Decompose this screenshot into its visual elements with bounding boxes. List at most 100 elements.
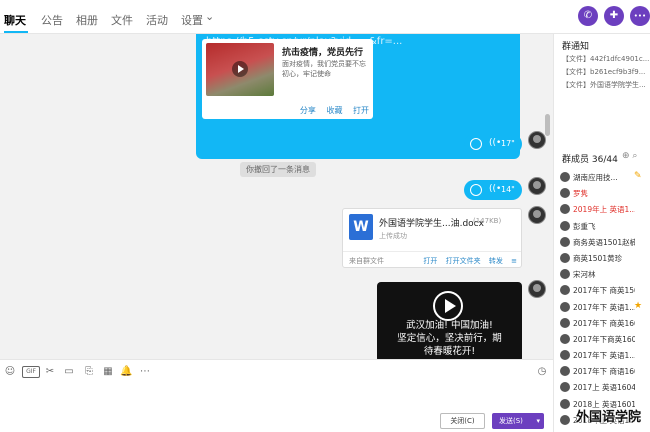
article-actions: 分享 收藏 打开 bbox=[202, 105, 369, 116]
tab-announcement[interactable]: 公告 bbox=[41, 12, 63, 28]
share-link[interactable]: 分享 bbox=[300, 106, 316, 115]
file-message[interactable]: W 外国语学院学生...油.docx (147KB) 上传成功 来自群文件 打开… bbox=[342, 208, 522, 268]
tab-settings[interactable]: 设置 bbox=[181, 12, 203, 28]
avatar[interactable] bbox=[560, 414, 570, 425]
file-footer: 来自群文件 打开 打开文件夹 转发 ≡ bbox=[343, 251, 521, 267]
member-name: 2017年下 商英1502... bbox=[573, 286, 635, 296]
transcribe-icon[interactable] bbox=[470, 184, 482, 196]
open-folder-link[interactable]: 打开文件夹 bbox=[446, 257, 481, 265]
screenshot-icon[interactable]: ⎘ bbox=[83, 366, 95, 378]
avatar[interactable] bbox=[528, 280, 546, 298]
avatar[interactable] bbox=[560, 366, 570, 377]
menu-icon[interactable]: ≡ bbox=[511, 257, 517, 265]
emoji-icon[interactable]: ☺ bbox=[4, 366, 16, 378]
transcribe-icon[interactable] bbox=[470, 138, 482, 150]
avatar[interactable] bbox=[560, 220, 570, 231]
more-tools-icon[interactable]: ⋯ bbox=[139, 366, 151, 378]
avatar[interactable] bbox=[560, 333, 570, 344]
word-file-icon: W bbox=[349, 214, 373, 240]
play-icon[interactable] bbox=[433, 291, 463, 321]
member-item[interactable]: 宋河林 bbox=[558, 266, 650, 282]
file-source: 来自群文件 bbox=[349, 257, 384, 265]
add-member-icon[interactable]: ⊕ bbox=[622, 151, 630, 161]
avatar[interactable] bbox=[560, 188, 570, 199]
system-message: 你撤回了一条消息 bbox=[240, 162, 316, 177]
open-file-link[interactable]: 打开 bbox=[423, 257, 437, 265]
avatar[interactable] bbox=[560, 350, 570, 361]
member-item[interactable]: 2017年下 商英1601... bbox=[558, 315, 650, 331]
video-message[interactable]: 武汉加油! 中国加油! 坚定信心，坚决前行，期 待春暖花开! bbox=[377, 282, 522, 359]
scrollbar-thumb[interactable] bbox=[545, 114, 550, 136]
member-item[interactable]: 商英1501黄珍 bbox=[558, 250, 650, 266]
chevron-down-icon[interactable]: ⌄ bbox=[205, 10, 214, 23]
file-size: (147KB) bbox=[473, 217, 502, 225]
message-input-area[interactable]: ☺ GIF ✂ ▭ ⎘ ▦ 🔔 ⋯ ◷ 关闭(C) 发送(S) ▾ bbox=[0, 359, 553, 432]
member-item[interactable]: 2019年上 英语1... bbox=[558, 201, 650, 217]
send-button[interactable]: 发送(S) ▾ bbox=[492, 413, 544, 429]
article-description: 面对疫情，我们党员要不忘初心，牢记使命 bbox=[282, 60, 366, 78]
folder-icon[interactable]: ▭ bbox=[63, 366, 75, 378]
voice-message[interactable]: ((• 14" bbox=[464, 180, 522, 200]
shared-article-card[interactable]: 抗击疫情，党员先行 面对疫情，我们党员要不忘初心，牢记使命 分享 收藏 打开 bbox=[202, 39, 373, 119]
avatar[interactable] bbox=[560, 301, 570, 312]
message-list[interactable]: https://h5.cctv.cn/vr/play?vid=...&fr=..… bbox=[0, 34, 553, 359]
member-item[interactable]: 2017上 英语1604... bbox=[558, 379, 650, 395]
avatar[interactable] bbox=[560, 382, 570, 393]
member-item[interactable]: 2017年下 商语1604... bbox=[558, 363, 650, 379]
phone-call-icon[interactable]: ✆ bbox=[578, 6, 598, 26]
avatar[interactable] bbox=[560, 172, 570, 182]
tab-activity[interactable]: 活动 bbox=[146, 12, 168, 28]
member-item[interactable]: 2017年下 商英1502... bbox=[558, 282, 650, 298]
avatar[interactable] bbox=[528, 206, 546, 224]
edit-icon: ✎ bbox=[634, 171, 642, 181]
avatar[interactable] bbox=[528, 177, 546, 195]
video-caption: 武汉加油! 中国加油! 坚定信心，坚决前行，期 待春暖花开! bbox=[379, 319, 520, 358]
avatar[interactable] bbox=[560, 269, 570, 280]
avatar[interactable] bbox=[560, 204, 570, 215]
member-item[interactable]: 商务英语1501赵楠喜 bbox=[558, 234, 650, 250]
notice-file-item[interactable]: 【文件】外国语学院学生... bbox=[562, 79, 650, 92]
image-icon[interactable]: ▦ bbox=[102, 366, 114, 378]
tab-chat[interactable]: 聊天 bbox=[4, 12, 26, 28]
gif-icon[interactable]: GIF bbox=[22, 366, 40, 378]
notice-file-item[interactable]: 【文件】b261ecf9b3f9... bbox=[562, 66, 650, 79]
more-options-icon[interactable]: ••• bbox=[630, 6, 650, 26]
chevron-down-icon[interactable]: ▾ bbox=[536, 413, 540, 429]
forward-link[interactable]: 转发 bbox=[489, 257, 503, 265]
avatar[interactable] bbox=[528, 131, 546, 149]
play-icon[interactable] bbox=[232, 61, 248, 77]
file-name[interactable]: 外国语学院学生...油.docx bbox=[379, 216, 484, 229]
voice-message[interactable]: ((• 17" bbox=[464, 134, 522, 154]
member-list[interactable]: 湖南应用技... ✎ 罗隽 2019年上 英语1... 彭重飞商务英语1501赵楠喜商英… bbox=[558, 169, 650, 428]
add-chat-icon[interactable]: ✚ bbox=[604, 6, 624, 26]
member-tools: ⊕ ⌕ bbox=[622, 151, 637, 161]
search-icon[interactable]: ⌕ bbox=[632, 151, 637, 161]
avatar[interactable] bbox=[560, 285, 570, 296]
sound-wave-icon: ((• bbox=[489, 138, 502, 148]
member-item[interactable]: 2017年下 英语1... bbox=[558, 347, 650, 363]
header-bar: 聊天 公告 相册 文件 活动 设置 ⌄ ✆ ✚ ••• bbox=[0, 0, 650, 34]
tab-files[interactable]: 文件 bbox=[111, 12, 133, 28]
article-thumbnail[interactable] bbox=[206, 43, 274, 96]
history-icon[interactable]: ◷ bbox=[536, 366, 548, 378]
favorite-link[interactable]: 收藏 bbox=[326, 106, 342, 115]
members-count: 群成员 36/44 bbox=[562, 155, 618, 165]
member-item[interactable]: 2017年下商英1601... bbox=[558, 331, 650, 347]
notice-file-item[interactable]: 【文件】442f1dfc4901c... bbox=[562, 53, 650, 66]
group-notice-list: 【文件】442f1dfc4901c... 【文件】b261ecf9b3f9...… bbox=[562, 53, 650, 92]
active-tab-indicator bbox=[4, 31, 28, 33]
tab-album[interactable]: 相册 bbox=[76, 12, 98, 28]
member-item[interactable]: 2017年下 英语1... ★ bbox=[558, 299, 650, 315]
avatar[interactable] bbox=[560, 236, 570, 247]
scissors-icon[interactable]: ✂ bbox=[44, 366, 56, 378]
member-name: 2017年下 商英1601... bbox=[573, 318, 635, 328]
member-item[interactable]: 彭重飞 bbox=[558, 218, 650, 234]
open-link[interactable]: 打开 bbox=[353, 106, 369, 115]
close-button[interactable]: 关闭(C) bbox=[440, 413, 485, 429]
bell-icon[interactable]: 🔔 bbox=[120, 366, 132, 378]
member-item[interactable]: 罗隽 bbox=[558, 185, 650, 201]
member-item[interactable]: 湖南应用技... ✎ bbox=[558, 169, 650, 185]
avatar[interactable] bbox=[560, 252, 570, 263]
avatar[interactable] bbox=[560, 317, 570, 328]
avatar[interactable] bbox=[560, 398, 570, 409]
